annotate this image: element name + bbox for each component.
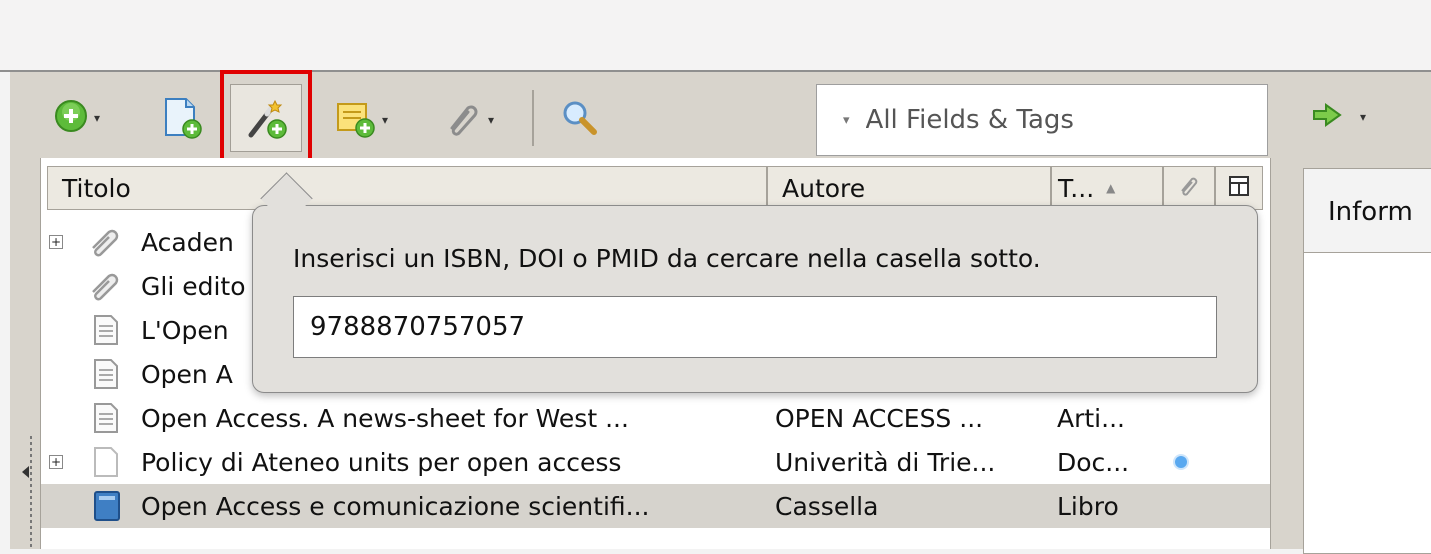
attachment-icon: [89, 226, 121, 264]
item-title: Open A: [141, 359, 233, 389]
chevron-down-icon: ▾: [1360, 110, 1367, 124]
popup-message: Inserisci un ISBN, DOI o PMID da cercare…: [293, 244, 1041, 273]
identifier-input[interactable]: [293, 296, 1217, 358]
new-note-button[interactable]: ▾: [336, 96, 388, 144]
document-icon: [93, 314, 119, 352]
column-header-title[interactable]: Titolo: [47, 166, 767, 210]
expand-toggle[interactable]: +: [49, 455, 63, 469]
search-mode-dropdown-icon[interactable]: ▾: [843, 113, 850, 128]
document-add-icon: [162, 97, 202, 143]
item-title: Policy di Ateneo units per open access: [141, 447, 622, 477]
column-header-author[interactable]: Autore: [767, 166, 1051, 210]
paperclip-icon: [442, 98, 482, 142]
splitter-grip[interactable]: [30, 436, 32, 548]
note-add-icon: [336, 98, 376, 142]
plus-circle-icon: [54, 99, 88, 137]
list-item[interactable]: Open Access. A news-sheet for West ... O…: [41, 396, 1271, 440]
expand-toggle[interactable]: +: [49, 235, 63, 249]
page-icon: [93, 446, 119, 484]
expand-pane-arrow-icon[interactable]: [22, 466, 29, 478]
item-type: Arti...: [1057, 403, 1125, 433]
item-title: Open Access e comunicazione scientifi...: [141, 491, 650, 521]
search-box[interactable]: ▾: [816, 84, 1268, 156]
item-author: OPEN ACCESS ...: [775, 403, 984, 433]
tab-info[interactable]: Inform: [1303, 168, 1431, 252]
collections-pane-collapsed: [10, 158, 41, 549]
book-icon: [93, 490, 121, 528]
column-header-type[interactable]: T... ▲: [1051, 166, 1163, 210]
add-by-identifier-popup: Inserisci un ISBN, DOI o PMID da cercare…: [252, 205, 1258, 393]
new-item-from-file-button[interactable]: [162, 96, 202, 144]
document-icon: [93, 358, 119, 396]
highlight-box: [220, 70, 312, 164]
attachment-icon: [89, 270, 121, 308]
advanced-search-button[interactable]: [560, 96, 600, 144]
arrow-right-icon: [1312, 103, 1342, 131]
chevron-down-icon: ▾: [382, 113, 389, 127]
list-item[interactable]: + Policy di Ateneo units per open access…: [41, 440, 1271, 484]
chevron-down-icon: ▾: [488, 113, 495, 127]
item-title: Gli edito: [141, 271, 246, 301]
item-title: L'Open: [141, 315, 229, 345]
document-icon: [93, 402, 119, 440]
item-title: Open Access. A news-sheet for West ...: [141, 403, 629, 433]
window-top-strip: [0, 0, 1431, 72]
column-header-attachments[interactable]: [1163, 166, 1215, 210]
item-author: Univerità di Trie...: [775, 447, 996, 477]
locate-button[interactable]: ▾: [1312, 103, 1366, 131]
item-pane: Inform: [1270, 158, 1431, 554]
column-picker-button[interactable]: [1215, 166, 1263, 210]
item-title: Acaden: [141, 227, 234, 257]
chevron-down-icon: ▾: [94, 111, 101, 125]
item-type: Libro: [1057, 491, 1119, 521]
paperclip-icon: [1177, 173, 1201, 203]
list-item-selected[interactable]: Open Access e comunicazione scientifi...…: [41, 484, 1271, 528]
toolbar-separator: [532, 90, 534, 146]
column-picker-icon: [1228, 174, 1250, 203]
attachment-button[interactable]: ▾: [442, 96, 494, 144]
tab-content: [1303, 252, 1431, 554]
attachment-dot-icon: [1175, 456, 1187, 468]
item-type: Doc...: [1057, 447, 1130, 477]
new-item-button[interactable]: ▾: [54, 94, 100, 142]
item-author: Cassella: [775, 491, 879, 521]
sort-ascending-icon: ▲: [1106, 181, 1116, 195]
magnifier-icon: [560, 98, 600, 142]
search-input[interactable]: [863, 104, 1248, 136]
